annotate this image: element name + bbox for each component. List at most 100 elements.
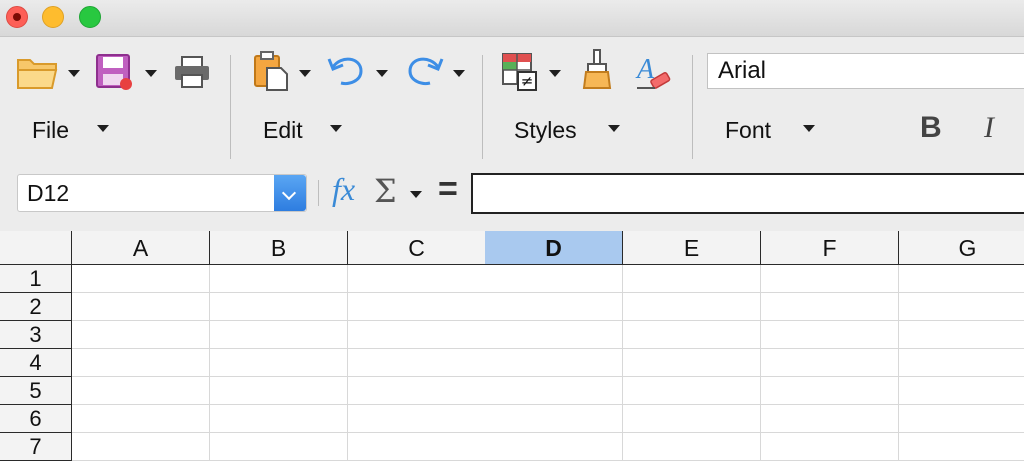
row-header-4[interactable]: 4 <box>0 349 72 377</box>
cell-b1[interactable] <box>210 265 348 293</box>
cell-f7[interactable] <box>761 433 899 461</box>
paste-dropdown-caret-icon[interactable] <box>299 70 311 77</box>
column-header-e[interactable]: E <box>623 231 761 265</box>
cell-e5[interactable] <box>623 377 761 405</box>
column-header-d[interactable]: D <box>485 231 623 265</box>
cell-f3[interactable] <box>761 321 899 349</box>
cell-d2[interactable] <box>485 293 623 321</box>
row-header-7[interactable]: 7 <box>0 433 72 461</box>
column-header-b[interactable]: B <box>210 231 348 265</box>
save-icon[interactable] <box>92 51 136 93</box>
italic-button[interactable]: I <box>984 111 994 145</box>
save-dropdown-caret-icon[interactable] <box>145 70 157 77</box>
cell-f5[interactable] <box>761 377 899 405</box>
row-header-1[interactable]: 1 <box>0 265 72 293</box>
cell-a6[interactable] <box>72 405 210 433</box>
open-folder-icon[interactable] <box>14 51 62 93</box>
edit-menu-label[interactable]: Edit <box>263 117 303 143</box>
cell-d4[interactable] <box>485 349 623 377</box>
cell-a3[interactable] <box>72 321 210 349</box>
redo-dropdown-caret-icon[interactable] <box>453 70 465 77</box>
function-wizard-button[interactable]: fx <box>332 171 355 208</box>
cell-c2[interactable] <box>348 293 486 321</box>
styles-menu-label[interactable]: Styles <box>514 117 577 143</box>
cell-d6[interactable] <box>485 405 623 433</box>
minimize-window-button[interactable] <box>42 6 64 28</box>
maximize-window-button[interactable] <box>79 6 101 28</box>
row-header-3[interactable]: 3 <box>0 321 72 349</box>
conditional-format-icon[interactable]: ≠ <box>498 49 542 93</box>
cell-g3[interactable] <box>899 321 1024 349</box>
undo-dropdown-caret-icon[interactable] <box>376 70 388 77</box>
cell-a5[interactable] <box>72 377 210 405</box>
clear-formatting-icon[interactable]: A <box>634 49 674 93</box>
cell-d3[interactable] <box>485 321 623 349</box>
formula-button[interactable]: = <box>438 170 458 209</box>
column-header-g[interactable]: G <box>899 231 1024 265</box>
cell-e4[interactable] <box>623 349 761 377</box>
cell-e1[interactable] <box>623 265 761 293</box>
column-header-c[interactable]: C <box>348 231 486 265</box>
cell-g5[interactable] <box>899 377 1024 405</box>
styles-menu-caret-icon[interactable] <box>608 125 620 132</box>
column-header-a[interactable]: A <box>72 231 210 265</box>
cell-c6[interactable] <box>348 405 486 433</box>
sum-button[interactable]: Σ <box>374 172 397 210</box>
cell-g6[interactable] <box>899 405 1024 433</box>
cell-b3[interactable] <box>210 321 348 349</box>
cell-e6[interactable] <box>623 405 761 433</box>
cell-b7[interactable] <box>210 433 348 461</box>
clone-formatting-icon[interactable] <box>578 47 618 93</box>
cell-g7[interactable] <box>899 433 1024 461</box>
cell-e7[interactable] <box>623 433 761 461</box>
cell-b5[interactable] <box>210 377 348 405</box>
cell-e2[interactable] <box>623 293 761 321</box>
file-menu-label[interactable]: File <box>32 117 69 143</box>
cell-e3[interactable] <box>623 321 761 349</box>
edit-menu-caret-icon[interactable] <box>330 125 342 132</box>
cell-b2[interactable] <box>210 293 348 321</box>
formula-input[interactable] <box>471 173 1024 214</box>
cell-c1[interactable] <box>348 265 486 293</box>
cell-g1[interactable] <box>899 265 1024 293</box>
cell-f1[interactable] <box>761 265 899 293</box>
row-header-6[interactable]: 6 <box>0 405 72 433</box>
paste-icon[interactable] <box>249 49 293 93</box>
cell-a2[interactable] <box>72 293 210 321</box>
sum-dropdown-caret-icon[interactable] <box>410 191 422 198</box>
cell-g2[interactable] <box>899 293 1024 321</box>
close-window-button[interactable] <box>6 6 28 28</box>
cell-c5[interactable] <box>348 377 486 405</box>
select-all-corner[interactable] <box>0 231 72 265</box>
font-name-input[interactable]: Arial <box>707 53 1024 89</box>
cell-b4[interactable] <box>210 349 348 377</box>
cell-c4[interactable] <box>348 349 486 377</box>
undo-icon[interactable] <box>325 51 369 91</box>
cell-f2[interactable] <box>761 293 899 321</box>
cell-a1[interactable] <box>72 265 210 293</box>
print-icon[interactable] <box>170 53 214 91</box>
cell-c3[interactable] <box>348 321 486 349</box>
font-menu-caret-icon[interactable] <box>803 125 815 132</box>
cell-c7[interactable] <box>348 433 486 461</box>
redo-icon[interactable] <box>402 51 446 91</box>
conditional-format-caret-icon[interactable] <box>549 70 561 77</box>
font-menu-label[interactable]: Font <box>725 117 771 143</box>
name-box-dropdown-button[interactable] <box>274 175 306 211</box>
name-box[interactable]: D12 <box>17 174 307 212</box>
cell-f4[interactable] <box>761 349 899 377</box>
cell-d5[interactable] <box>485 377 623 405</box>
open-dropdown-caret-icon[interactable] <box>68 70 80 77</box>
cell-f6[interactable] <box>761 405 899 433</box>
cell-g4[interactable] <box>899 349 1024 377</box>
row-header-5[interactable]: 5 <box>0 377 72 405</box>
column-header-f[interactable]: F <box>761 231 899 265</box>
bold-button[interactable]: B <box>920 111 942 145</box>
file-menu-caret-icon[interactable] <box>97 125 109 132</box>
cell-d1[interactable] <box>485 265 623 293</box>
row-header-2[interactable]: 2 <box>0 293 72 321</box>
cell-d7[interactable] <box>485 433 623 461</box>
cell-a4[interactable] <box>72 349 210 377</box>
cell-a7[interactable] <box>72 433 210 461</box>
cell-b6[interactable] <box>210 405 348 433</box>
